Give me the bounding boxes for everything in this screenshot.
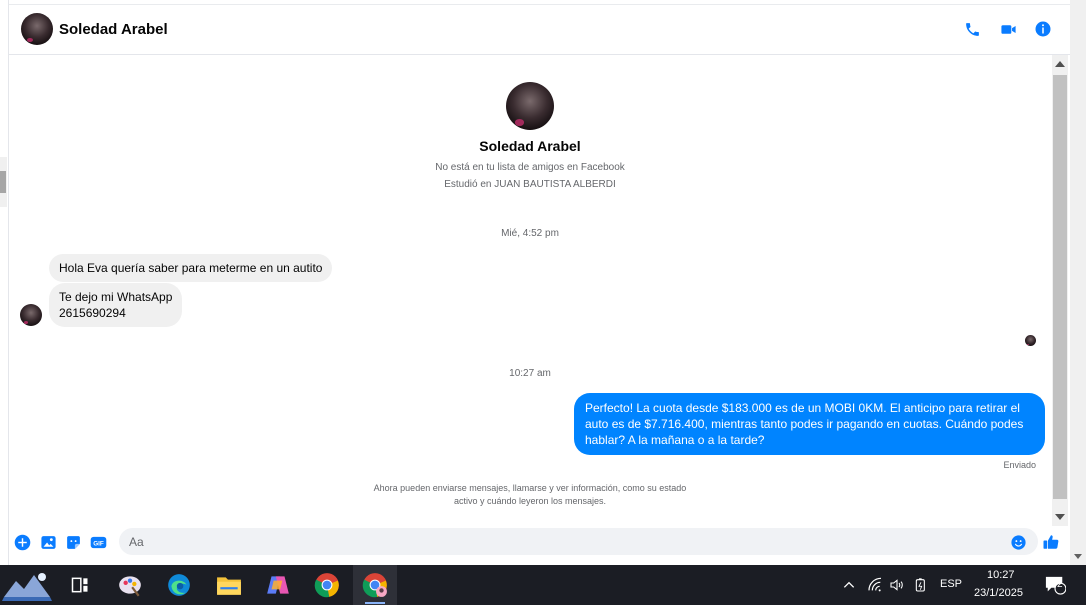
chat-header: Soledad Arabel (9, 4, 1070, 55)
notification-count: 2 (1057, 579, 1063, 590)
clock-date[interactable]: 23/1/2025 (974, 587, 1023, 599)
notification-center-icon[interactable]: 2 (1038, 565, 1072, 605)
seen-avatar (1025, 335, 1036, 346)
battery-icon[interactable] (910, 565, 932, 605)
contact-name[interactable]: Soledad Arabel (59, 21, 168, 38)
message-input[interactable] (119, 528, 1038, 555)
scroll-down-arrow[interactable] (1055, 514, 1065, 520)
notice-line: Ahora pueden enviarse mensajes, llamarse… (373, 483, 687, 493)
phone-icon[interactable] (961, 18, 983, 40)
chrome-app-icon[interactable] (305, 565, 349, 605)
video-icon[interactable] (997, 18, 1019, 40)
message-composer: GIF (9, 526, 1070, 558)
edge-app-icon[interactable] (157, 565, 201, 605)
message-text: Te dejo mi WhatsApp (59, 290, 173, 304)
profile-education: Estudió en JUAN BAUTISTA ALBERDI (444, 179, 616, 190)
scroll-up-arrow[interactable] (1055, 61, 1065, 67)
plus-icon[interactable] (13, 533, 31, 551)
chrome-profile-app-icon[interactable] (353, 565, 397, 605)
wifi-icon[interactable] (864, 565, 886, 605)
image-icon[interactable] (39, 533, 57, 551)
scroll-thumb[interactable] (1053, 75, 1067, 499)
file-explorer-icon[interactable] (207, 565, 251, 605)
sticker-icon[interactable] (64, 533, 82, 551)
page-scrollbar[interactable] (1070, 0, 1086, 565)
incoming-message[interactable]: Hola Eva quería saber para meterme en un… (49, 254, 333, 282)
message-text: Perfecto! La cuota desde $183.000 es de … (585, 401, 1024, 447)
messenger-window: Soledad Arabel Soledad Arabel No está en… (0, 0, 1086, 605)
gif-icon[interactable]: GIF (89, 533, 107, 551)
outgoing-message[interactable]: Perfecto! La cuota desde $183.000 es de … (574, 393, 1045, 455)
windows-taskbar: ESP 10:27 23/1/2025 2 (0, 565, 1086, 605)
like-icon[interactable] (1042, 533, 1060, 551)
notice-line: activo y cuándo leyeron los mensajes. (453, 496, 607, 506)
volume-icon[interactable] (886, 565, 908, 605)
profile-avatar[interactable] (506, 82, 554, 130)
message-text: Hola Eva quería saber para meterme en un… (59, 261, 323, 275)
left-edge-strip (0, 0, 9, 565)
sent-status: Enviado (1003, 460, 1036, 470)
profile-friend-status: No está en tu lista de amigos en Faceboo… (435, 162, 625, 173)
language-indicator[interactable]: ESP (940, 578, 962, 590)
timestamp: 10:27 am (509, 368, 551, 379)
paint-app-icon[interactable] (108, 565, 152, 605)
start-button[interactable] (0, 565, 56, 605)
copilot-app-icon[interactable] (256, 565, 300, 605)
messaging-notice: Ahora pueden enviarse mensajes, llamarse… (330, 482, 730, 508)
profile-name: Soledad Arabel (479, 138, 581, 154)
timestamp: Mié, 4:52 pm (501, 228, 559, 239)
gif-label: GIF (93, 540, 104, 547)
message-text: 2615690294 (59, 306, 126, 320)
info-icon[interactable] (1032, 18, 1054, 40)
tray-chevron-up-icon[interactable] (838, 565, 860, 605)
clock-time[interactable]: 10:27 (987, 569, 1015, 581)
page-scroll-down-arrow[interactable] (1074, 554, 1082, 559)
emoji-icon[interactable] (1009, 533, 1027, 551)
left-scroll-handle[interactable] (0, 157, 7, 207)
incoming-message[interactable]: Te dejo mi WhatsApp 2615690294 (49, 283, 183, 327)
task-view-icon[interactable] (58, 565, 102, 605)
contact-avatar[interactable] (21, 13, 53, 45)
chat-scrollbar[interactable] (1052, 55, 1068, 526)
sender-avatar[interactable] (20, 304, 42, 326)
